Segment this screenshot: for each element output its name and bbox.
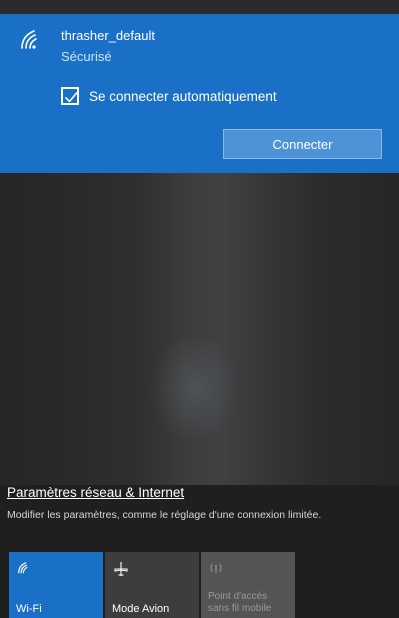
connect-button[interactable]: Connecter xyxy=(223,129,382,159)
auto-connect-checkbox-row[interactable]: Se connecter automatiquement xyxy=(61,84,277,108)
network-settings-link[interactable]: Paramètres réseau & Internet xyxy=(7,485,184,500)
airplane-icon xyxy=(113,561,129,582)
wifi-tile-label: Wi-Fi xyxy=(16,603,42,615)
wifi-network-card[interactable]: thrasher_default Sécurisé Se connecter a… xyxy=(0,14,399,173)
airplane-mode-tile[interactable]: Mode Avion xyxy=(105,552,199,618)
quick-action-tiles: Wi-Fi Mode Avion Point d'accès sans fil … xyxy=(0,552,399,618)
hotspot-tile-label: Point d'accès sans fil mobile xyxy=(208,591,271,615)
hotspot-icon xyxy=(209,561,223,579)
wifi-toggle-tile[interactable]: Wi-Fi xyxy=(9,552,103,618)
mobile-hotspot-tile[interactable]: Point d'accès sans fil mobile xyxy=(201,552,295,618)
airplane-tile-label: Mode Avion xyxy=(112,603,170,615)
auto-connect-checkbox[interactable] xyxy=(61,87,79,105)
window-top-strip xyxy=(0,0,399,14)
network-security-status: Sécurisé xyxy=(61,49,112,64)
auto-connect-label: Se connecter automatiquement xyxy=(89,88,277,104)
network-settings-description: Modifier les paramètres, comme le réglag… xyxy=(7,509,322,521)
hotspot-label-line1: Point d'accès xyxy=(208,591,268,602)
blurred-network-list xyxy=(0,173,399,485)
wifi-signal-icon xyxy=(19,28,43,50)
hotspot-label-line2: sans fil mobile xyxy=(208,603,272,614)
wifi-icon xyxy=(17,561,31,579)
checkmark-icon xyxy=(64,91,78,103)
network-name: thrasher_default xyxy=(61,28,155,43)
